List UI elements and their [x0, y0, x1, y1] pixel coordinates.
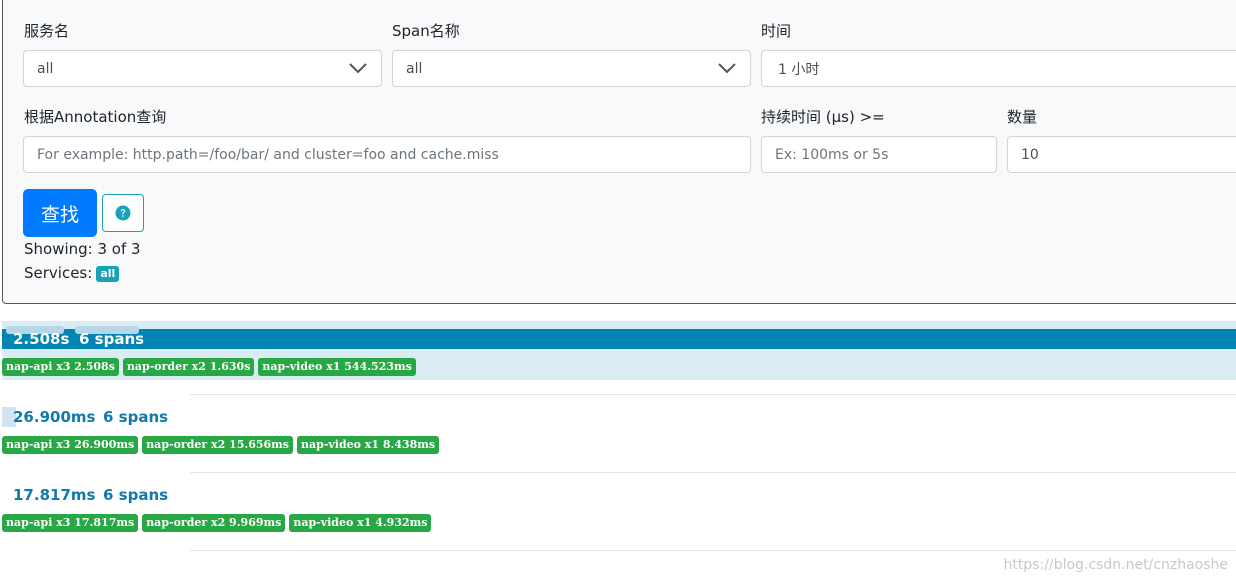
trace-duration: 17.817ms — [13, 486, 96, 504]
trace-duration: 2.508s — [13, 330, 70, 348]
trace-row[interactable]: 17.817ms 6 spans nap-api x3 17.817ms nap… — [0, 477, 1236, 536]
chevron-down-icon — [718, 63, 736, 74]
service-badge[interactable]: nap-video x1 8.438ms — [297, 436, 440, 454]
limit-value: 10 — [1021, 146, 1039, 163]
service-badge[interactable]: nap-api x3 17.817ms — [2, 514, 139, 532]
limit-input[interactable]: 10 — [1007, 136, 1236, 173]
annotation-query-label: 根据Annotation查询 — [24, 108, 167, 126]
limit-label: 数量 — [1007, 108, 1038, 126]
service-badge[interactable]: nap-api x3 2.508s — [2, 358, 119, 376]
span-name-label: Span名称 — [392, 22, 460, 40]
service-badge[interactable]: nap-order x2 1.630s — [122, 358, 255, 376]
duration-input[interactable]: Ex: 100ms or 5s — [761, 136, 997, 173]
trace-span-count: 6 spans — [103, 408, 169, 426]
service-badge[interactable]: nap-order x2 15.656ms — [142, 436, 293, 454]
trace-duration: 26.900ms — [13, 408, 96, 426]
trace-service-badges: nap-api x3 26.900ms nap-order x2 15.656m… — [2, 436, 440, 454]
time-select[interactable]: 1 小时 — [761, 50, 1236, 87]
watermark: https://blog.csdn.net/cnzhaoshe — [1003, 557, 1228, 573]
services-label: Services: — [24, 264, 93, 282]
trace-span-count: 6 spans — [79, 330, 145, 348]
trace-row[interactable]: 26.900ms 6 spans nap-api x3 26.900ms nap… — [0, 399, 1236, 458]
trace-service-badges: nap-api x3 2.508s nap-order x2 1.630s na… — [2, 358, 416, 376]
find-button[interactable]: 查找 — [23, 189, 97, 237]
showing-count: Showing: 3 of 3 — [24, 240, 141, 258]
trace-duration-bar — [2, 329, 1236, 349]
service-badge[interactable]: nap-video x1 544.523ms — [258, 358, 416, 376]
annotation-query-placeholder: For example: http.path=/foo/bar/ and clu… — [37, 146, 499, 163]
time-select-value: 1 小时 — [778, 61, 820, 78]
service-select[interactable]: all — [23, 50, 382, 87]
chevron-down-icon — [349, 63, 367, 74]
trace-divider — [190, 394, 1236, 395]
span-name-select[interactable]: all — [392, 50, 751, 87]
service-select-value: all — [37, 60, 54, 77]
service-badge[interactable]: nap-api x3 26.900ms — [2, 436, 139, 454]
help-button[interactable] — [102, 194, 144, 232]
service-badge[interactable]: nap-video x1 4.932ms — [289, 514, 432, 532]
services-badge[interactable]: all — [96, 265, 120, 282]
services-summary: Services: all — [24, 264, 120, 282]
trace-service-badges: nap-api x3 17.817ms nap-order x2 9.969ms… — [2, 514, 432, 532]
trace-row[interactable]: 2.508s 6 spans nap-api x3 2.508s nap-ord… — [0, 321, 1236, 380]
service-badge[interactable]: nap-order x2 9.969ms — [142, 514, 286, 532]
trace-divider — [190, 472, 1236, 473]
service-label: 服务名 — [24, 22, 70, 40]
annotation-query-input[interactable]: For example: http.path=/foo/bar/ and clu… — [23, 136, 751, 173]
duration-label: 持续时间 (μs) >= — [761, 108, 885, 126]
time-label: 时间 — [761, 22, 792, 40]
question-circle-icon — [115, 205, 131, 221]
trace-span-count: 6 spans — [103, 486, 169, 504]
duration-placeholder: Ex: 100ms or 5s — [775, 146, 889, 163]
span-name-select-value: all — [406, 60, 423, 77]
trace-divider — [190, 550, 1236, 551]
